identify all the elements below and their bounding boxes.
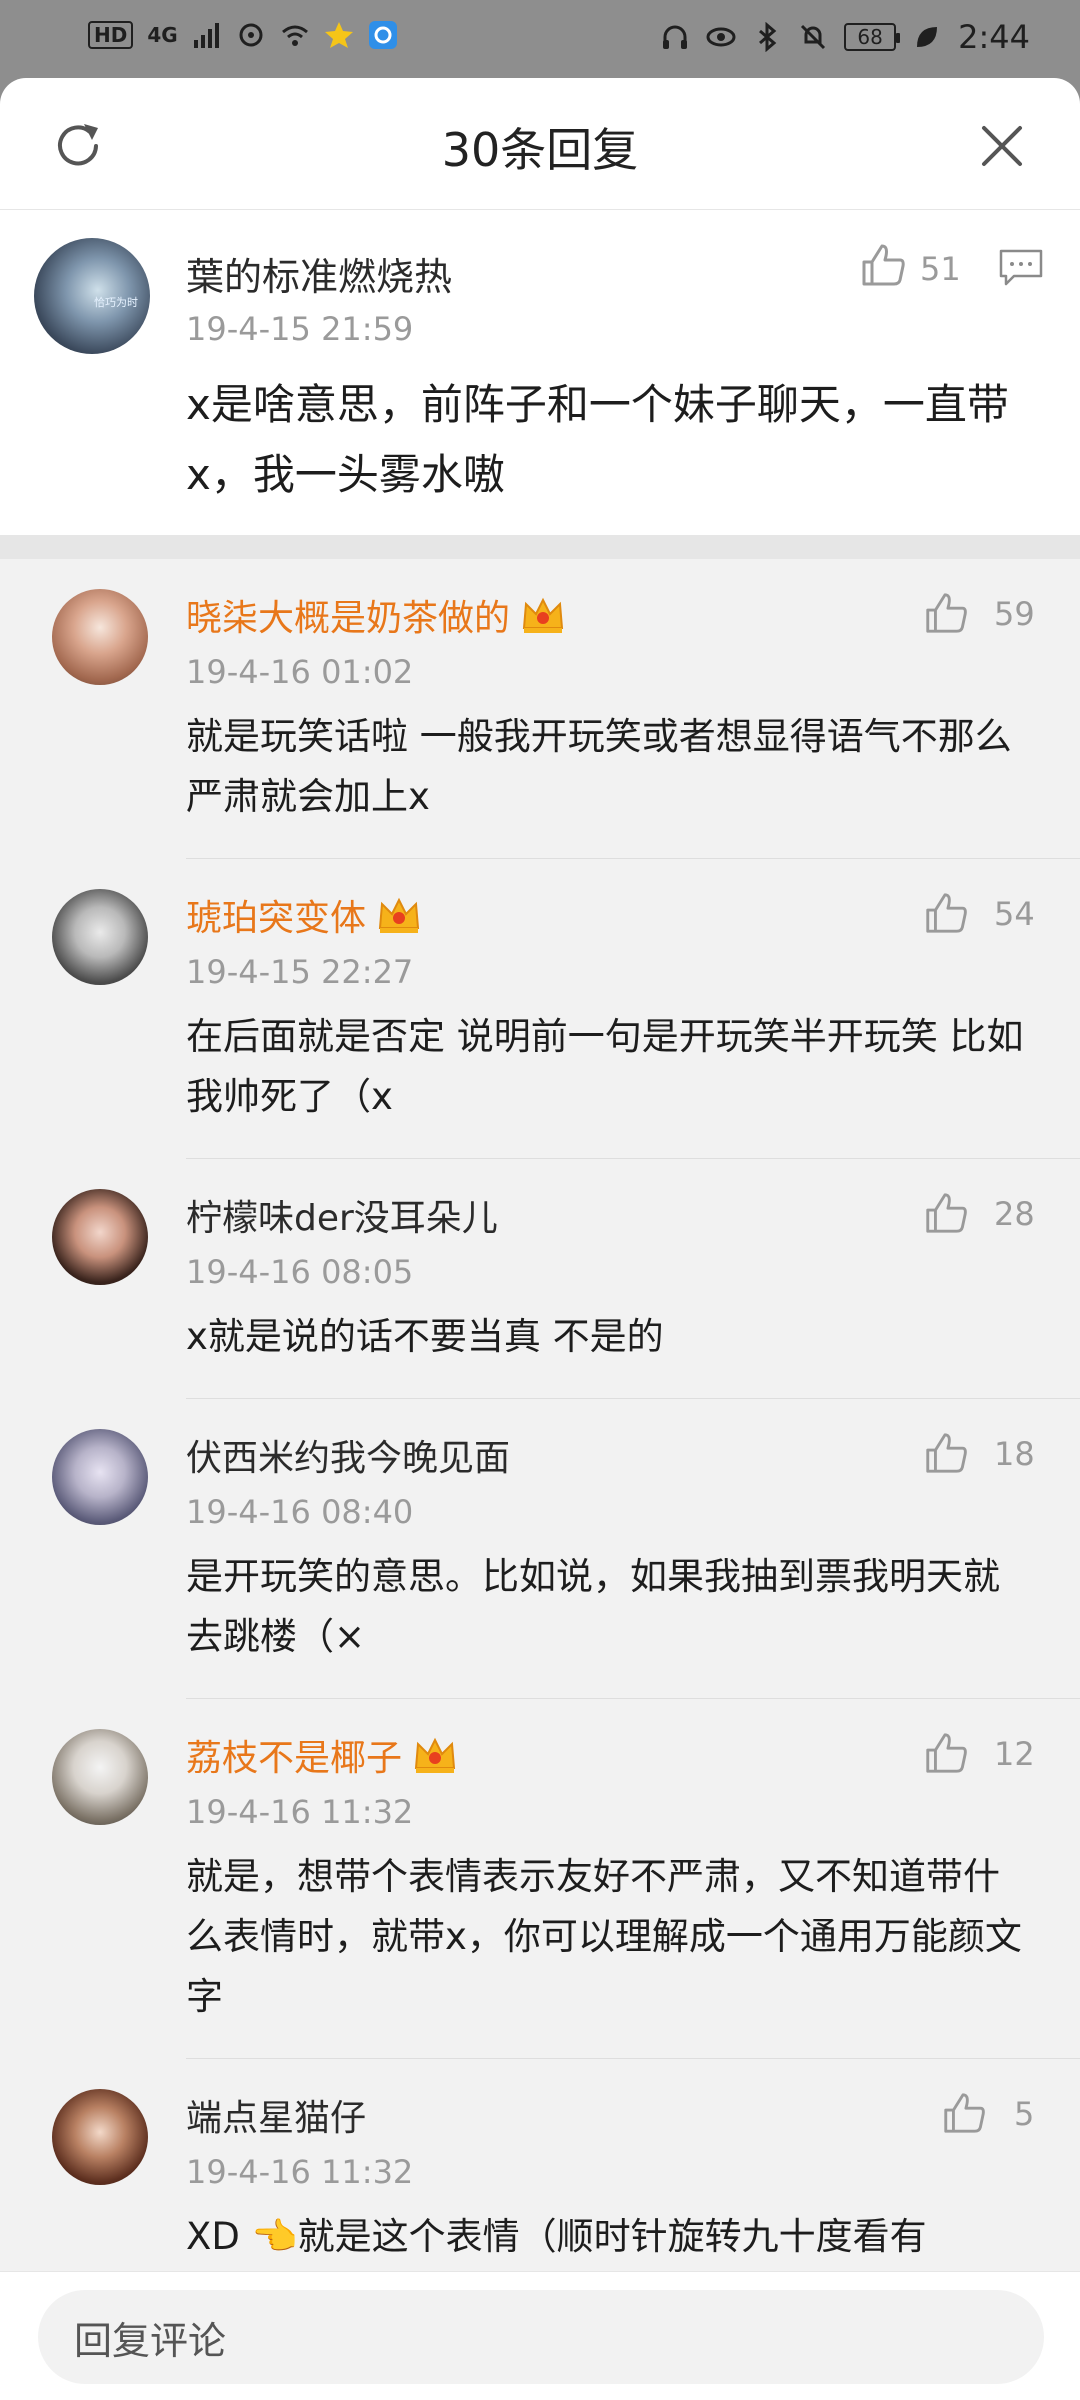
reply-body: 在后面就是否定 说明前一句是开玩笑半开玩笑 比如 我帅死了（x xyxy=(186,1015,1024,1118)
list-item[interactable]: 伏西米约我今晚见面 19-4-16 08:40 18 是开玩笑的意思。比如说，如… xyxy=(0,1399,1080,1699)
section-divider xyxy=(0,535,1080,559)
reply-time: 19-4-16 01:02 xyxy=(186,653,414,691)
like-count: 5 xyxy=(1014,2095,1035,2133)
mute-bell-icon xyxy=(801,24,826,50)
clock: 2:44 xyxy=(958,18,1030,56)
thumbs-up-icon[interactable] xyxy=(922,1729,970,1777)
wifi-icon xyxy=(281,25,308,46)
avatar[interactable] xyxy=(52,1189,148,1285)
comment-username[interactable]: 葉的标准燃烧热 xyxy=(186,246,452,301)
reply-time: 19-4-16 11:32 xyxy=(186,1793,414,1831)
eye-icon xyxy=(706,27,736,47)
reply-username[interactable]: 伏西米约我今晚见面 xyxy=(186,1429,510,1481)
thumbs-up-icon[interactable] xyxy=(940,2089,988,2137)
username-text: 柠檬味der没耳朵儿 xyxy=(186,1198,498,1239)
original-comment: 恰巧为时 葉的标准燃烧热 19-4-15 21:59 51 x是啥意思，前阵子和… xyxy=(0,210,1080,535)
vip-crown-icon xyxy=(378,897,420,933)
username-text: 端点星猫仔 xyxy=(186,2098,367,2139)
reply-body: x就是说的话不要当真 不是的 xyxy=(186,1315,664,1358)
thumbs-up-icon[interactable] xyxy=(922,1189,970,1237)
app-notification-icon xyxy=(368,21,397,49)
thumbs-up-icon[interactable] xyxy=(922,1429,970,1477)
avatar[interactable] xyxy=(52,889,148,985)
reply-time: 19-4-16 08:40 xyxy=(186,1493,414,1531)
like-count: 28 xyxy=(994,1195,1035,1233)
avatar[interactable] xyxy=(52,2089,148,2185)
signal-icon xyxy=(193,23,219,48)
list-item[interactable]: 柠檬味der没耳朵儿 19-4-16 08:05 28 x就是说的话不要当真 不… xyxy=(0,1159,1080,1399)
reply-body: 就是，想带个表情表示友好不严肃，又不知道带什么表情时，就带x，你可以理解成一个通… xyxy=(186,1855,1022,2018)
leaf-icon xyxy=(917,27,938,47)
like-count: 51 xyxy=(920,250,961,288)
avatar[interactable] xyxy=(52,589,148,685)
reply-username[interactable]: 端点星猫仔 xyxy=(186,2089,366,2141)
reply-time: 19-4-15 22:27 xyxy=(186,953,414,991)
bluetooth-icon xyxy=(759,22,777,52)
username-text: 晓柒大概是奶茶做的 xyxy=(186,598,511,639)
thumbs-up-icon[interactable] xyxy=(922,589,970,637)
status-left: HD 4G xyxy=(88,20,398,50)
reply-username[interactable]: 晓柒大概是奶茶做的 xyxy=(186,589,566,641)
like-count: 18 xyxy=(994,1435,1035,1473)
reply-body: XD 👈就是这个表情（顺时针旋转九十度看有 xyxy=(186,2215,927,2258)
username-text: 伏西米约我今晚见面 xyxy=(186,1438,511,1479)
like-count: 12 xyxy=(994,1735,1035,1773)
headphones-icon xyxy=(663,25,688,49)
reply-bar: 回复评论 xyxy=(0,2271,1080,2400)
list-item[interactable]: 琥珀突变体 19-4-15 22:27 54 在后面就是否定 说明前一句是开玩笑… xyxy=(0,859,1080,1159)
reply-username[interactable]: 柠檬味der没耳朵儿 xyxy=(186,1189,498,1241)
avatar-tag: 恰巧为时 xyxy=(94,296,138,309)
avatar[interactable] xyxy=(52,1729,148,1825)
reply-comment-icon[interactable] xyxy=(998,248,1044,288)
thumbs-up-icon[interactable] xyxy=(922,889,970,937)
list-item[interactable]: 晓柒大概是奶茶做的 19-4-16 01:02 59 就是玩笑话啦 一般我开玩笑… xyxy=(0,559,1080,859)
comment-body: x是啥意思，前阵子和一个妹子聊天，一直带x，我一头雾水嗷 xyxy=(186,380,1009,499)
close-icon[interactable] xyxy=(974,118,1030,174)
battery-indicator: 68 xyxy=(844,23,901,51)
thumbs-up-icon[interactable] xyxy=(858,240,908,290)
reply-body: 就是玩笑话啦 一般我开玩笑或者想显得语气不那么严肃就会加上x xyxy=(186,715,1012,818)
list-item[interactable]: 荔枝不是椰子 19-4-16 11:32 12 就是，想带个表情表示友好不严肃，… xyxy=(0,1699,1080,2059)
star-app-icon xyxy=(324,22,353,48)
reply-input[interactable]: 回复评论 xyxy=(38,2290,1044,2384)
page-title: 30条回复 xyxy=(441,123,639,177)
comment-time: 19-4-15 21:59 xyxy=(186,310,414,348)
network-type: 4G xyxy=(147,23,178,47)
reply-list: 晓柒大概是奶茶做的 19-4-16 01:02 59 就是玩笑话啦 一般我开玩笑… xyxy=(0,559,1080,2349)
username-text: 荔枝不是椰子 xyxy=(186,1738,403,1779)
reply-time: 19-4-16 08:05 xyxy=(186,1253,414,1291)
like-count: 59 xyxy=(994,595,1035,633)
vip-crown-icon xyxy=(414,1737,456,1773)
reply-username[interactable]: 琥珀突变体 xyxy=(186,889,422,941)
sheet-header: 30条回复 xyxy=(0,78,1080,210)
reply-time: 19-4-16 11:32 xyxy=(186,2153,414,2191)
replies-sheet: 30条回复 恰巧为时 葉的标准燃烧热 19-4-15 21:59 51 x是啥意… xyxy=(0,78,1080,2400)
avatar[interactable]: 恰巧为时 xyxy=(34,238,150,354)
vip-crown-icon xyxy=(522,597,564,633)
status-bar: HD 4G 68 2:44 xyxy=(0,0,1080,78)
reply-body: 是开玩笑的意思。比如说，如果我抽到票我明天就去跳楼（× xyxy=(186,1555,1000,1658)
avatar[interactable] xyxy=(52,1429,148,1525)
hd-indicator: HD xyxy=(88,21,134,49)
reply-username[interactable]: 荔枝不是椰子 xyxy=(186,1729,458,1781)
status-right: 68 2:44 xyxy=(660,18,1030,56)
hotspot-icon xyxy=(239,23,263,47)
username-text: 琥珀突变体 xyxy=(186,898,367,939)
like-count: 54 xyxy=(994,895,1035,933)
